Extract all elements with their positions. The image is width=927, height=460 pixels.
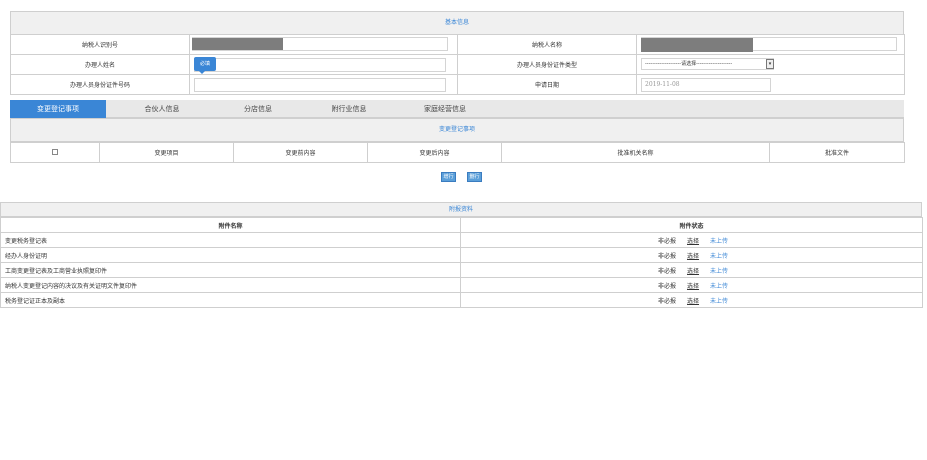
select-file-link[interactable]: 选择 xyxy=(687,238,699,245)
upload-status[interactable]: 未上传 xyxy=(710,253,728,260)
select-all-checkbox[interactable] xyxy=(10,142,100,163)
taxpayer-name-field[interactable] xyxy=(636,34,905,55)
required-flag: 非必报 xyxy=(658,282,677,290)
apply-date-field[interactable]: 2019-11-08 xyxy=(636,74,905,95)
delete-row-button[interactable]: 删行 xyxy=(467,172,482,182)
required-flag: 非必报 xyxy=(658,237,677,245)
change-items-table: 变更项目 变更前内容 变更后内容 批准机关名称 批准文件 xyxy=(10,142,905,163)
required-flag: 非必报 xyxy=(658,267,677,275)
redacted-value xyxy=(192,38,283,50)
tab-change-items[interactable]: 变更登记事项 xyxy=(10,100,106,118)
chevron-down-icon[interactable]: ▾ xyxy=(766,59,774,69)
table-row: 税务登记证正本及副本 非必报 选择 未上传 xyxy=(0,292,923,308)
handler-id-type-label: 办理人员身份证件类型 xyxy=(457,54,637,75)
redacted-value xyxy=(641,38,753,52)
column-header: 批准机关名称 xyxy=(501,142,770,163)
select-file-link[interactable]: 选择 xyxy=(687,253,699,260)
column-header: 附件状态 xyxy=(460,217,923,233)
select-file-link[interactable]: 选择 xyxy=(687,268,699,275)
tab-industry[interactable]: 附行业信息 xyxy=(310,100,388,118)
select-file-link[interactable]: 选择 xyxy=(687,283,699,290)
attachment-name: 纳税人变更登记内容的决议及有关证明文件复印件 xyxy=(0,277,461,293)
attachments-table: 附件名称 附件状态 变更税务登记表 非必报 选择 未上传 经办人身份证明 非必报 选择… xyxy=(0,217,923,308)
column-header: 变更前内容 xyxy=(233,142,368,163)
taxpayer-id-label: 纳税人识别号 xyxy=(10,34,190,55)
handler-name-field[interactable]: 必填 xyxy=(189,54,458,75)
tab-family-business[interactable]: 家庭经营信息 xyxy=(405,100,485,118)
handler-name-label: 办理人姓名 xyxy=(10,54,190,75)
required-flag: 非必报 xyxy=(658,252,677,260)
taxpayer-name-label: 纳税人名称 xyxy=(457,34,637,55)
handler-id-number-label: 办理人员身份证件号码 xyxy=(10,74,190,95)
table-row: 工商变更登记表及工商营业执照复印件 非必报 选择 未上传 xyxy=(0,262,923,278)
table-row: 变更税务登记表 非必报 选择 未上传 xyxy=(0,232,923,248)
required-tip: 必填 xyxy=(194,57,216,74)
column-header: 变更项目 xyxy=(99,142,234,163)
column-header: 变更后内容 xyxy=(367,142,502,163)
upload-status[interactable]: 未上传 xyxy=(710,283,728,290)
table-row: 纳税人变更登记内容的决议及有关证明文件复印件 非必报 选择 未上传 xyxy=(0,277,923,293)
attachment-name: 工商变更登记表及工商营业执照复印件 xyxy=(0,262,461,278)
column-header: 批准文件 xyxy=(769,142,905,163)
add-row-button[interactable]: 增行 xyxy=(441,172,456,182)
attachment-name: 经办人身份证明 xyxy=(0,247,461,263)
tab-branches[interactable]: 分店信息 xyxy=(218,100,298,118)
apply-date-value[interactable]: 2019-11-08 xyxy=(641,78,771,92)
tab-partners[interactable]: 合伙人信息 xyxy=(117,100,207,118)
required-flag: 非必报 xyxy=(658,297,677,305)
upload-status[interactable]: 未上传 xyxy=(710,238,728,245)
attachments-title: 附报资料 xyxy=(0,202,922,217)
taxpayer-id-field[interactable] xyxy=(189,34,458,55)
select-file-link[interactable]: 选择 xyxy=(687,298,699,305)
attachment-name: 税务登记证正本及副本 xyxy=(0,292,461,308)
attachment-name: 变更税务登记表 xyxy=(0,232,461,248)
basic-info-title: 基本信息 xyxy=(10,11,904,35)
upload-status[interactable]: 未上传 xyxy=(710,268,728,275)
change-section-title: 变更登记事项 xyxy=(10,118,904,142)
table-row: 经办人身份证明 非必报 选择 未上传 xyxy=(0,247,923,263)
basic-info-table: 纳税人识别号 纳税人名称 办理人姓名 必填 办理人员身份证件类型 -------… xyxy=(10,34,905,95)
tab-bar: 变更登记事项 合伙人信息 分店信息 附行业信息 家庭经营信息 xyxy=(10,100,904,118)
handler-id-number-field[interactable] xyxy=(189,74,458,95)
id-type-select-value[interactable]: --------------------请选择-----------------… xyxy=(641,58,774,70)
handler-id-type-select[interactable]: --------------------请选择-----------------… xyxy=(636,54,905,75)
column-header: 附件名称 xyxy=(0,217,461,233)
upload-status[interactable]: 未上传 xyxy=(710,298,728,305)
apply-date-label: 申请日期 xyxy=(457,74,637,95)
